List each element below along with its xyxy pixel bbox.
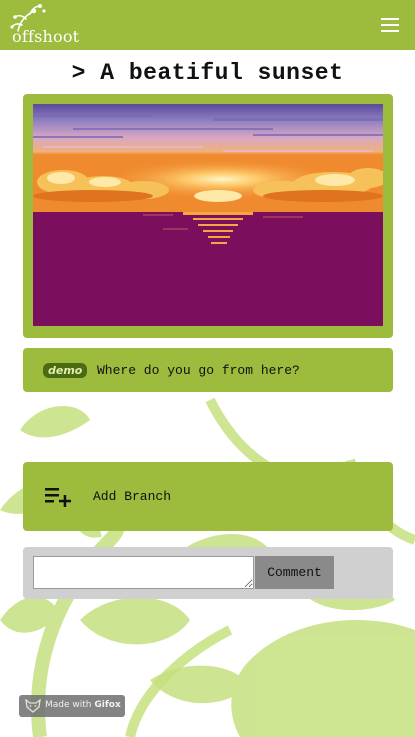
comment-button[interactable]: Comment	[255, 556, 334, 589]
gifox-label: Made with Gifox	[45, 700, 121, 710]
brand-name: offshoot	[12, 27, 80, 46]
add-branch-button[interactable]: Add Branch	[23, 462, 393, 531]
story-image-card	[23, 94, 393, 338]
playlist-add-icon	[45, 488, 71, 507]
comment-input[interactable]	[33, 556, 254, 589]
prompt-text: Where do you go from here?	[97, 363, 300, 378]
offshoot-logo[interactable]: offshoot	[4, 3, 84, 47]
story-prompt-card: demo Where do you go from here?	[23, 348, 393, 392]
add-branch-label: Add Branch	[93, 489, 172, 504]
page-title: > A beatiful sunset	[71, 60, 344, 86]
gifox-watermark: Made with Gifox	[19, 695, 125, 717]
sunset-image	[33, 104, 383, 326]
fox-icon	[25, 699, 41, 713]
hamburger-menu-icon[interactable]	[378, 14, 402, 36]
comment-form: Comment	[23, 547, 393, 599]
demo-badge: demo	[43, 363, 88, 378]
top-navbar: offshoot	[0, 0, 415, 50]
